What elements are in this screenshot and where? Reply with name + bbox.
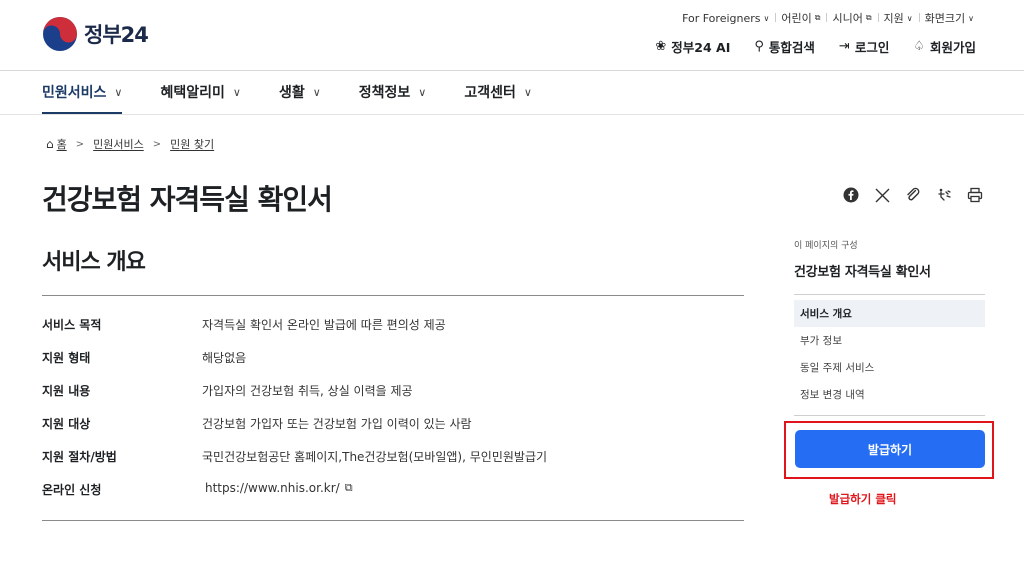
chevron-down-icon: ∨ — [763, 13, 770, 23]
table-row: 지원 절차/방법 국민건강보험공단 홈페이지,The건강보험(모바일앱), 무인… — [42, 445, 744, 478]
row-value: 해당없음 — [202, 351, 247, 365]
page-title: 건강보험 자격득실 확인서 — [42, 183, 333, 216]
logo-number: 24 — [120, 23, 149, 47]
chevron-down-icon: ∨ — [114, 85, 123, 99]
signup-link[interactable]: ♤ 회원가입 — [913, 37, 976, 56]
gnb-policy[interactable]: 정책정보 ∨ — [359, 71, 427, 113]
external-link-icon: ⧉ — [865, 13, 872, 22]
link-icon[interactable] — [904, 186, 922, 204]
gnb-customer-center[interactable]: 고객센터 ∨ — [464, 71, 532, 113]
online-apply-link[interactable]: https://www.nhis.or.kr/ ⧉ — [202, 478, 353, 495]
utility-children[interactable]: 어린이 ⧉ — [775, 10, 826, 26]
login-icon: ⇥ — [838, 39, 850, 54]
row-value: 자격득실 확인서 온라인 발급에 따른 편의성 제공 — [202, 318, 446, 332]
chevron-down-icon: ∨ — [906, 13, 913, 23]
toc-item-overview[interactable]: 서비스 개요 — [794, 300, 985, 327]
row-key: 지원 대상 — [42, 417, 91, 431]
search-link[interactable]: ⚲ 통합검색 — [754, 37, 815, 56]
home-icon: ⌂ — [46, 137, 54, 151]
external-link-icon: ⧉ — [814, 13, 821, 22]
global-nav: 민원서비스 ∨ 혜택알리미 ∨ 생활 ∨ 정책정보 ∨ 고객센터 ∨ — [42, 71, 570, 115]
issue-button[interactable]: 발급하기 — [795, 430, 985, 468]
utility-senior[interactable]: 시니어 ⧉ — [826, 10, 877, 26]
ai-icon: ❀ — [655, 39, 667, 54]
login-link[interactable]: ⇥ 로그인 — [839, 37, 889, 56]
table-row: 지원 대상 건강보험 가입자 또는 건강보험 가입 이력이 있는 사람 — [42, 412, 744, 445]
row-value: 가입자의 건강보험 취득, 상실 이력을 제공 — [202, 384, 413, 398]
row-value: 건강보험 가입자 또는 건강보험 가입 이력이 있는 사람 — [202, 417, 472, 431]
row-key: 지원 형태 — [42, 351, 91, 365]
chevron-down-icon: ∨ — [312, 85, 321, 99]
gnb-civil-service[interactable]: 민원서비스 ∨ — [42, 71, 123, 114]
print-icon[interactable] — [966, 186, 984, 204]
site-header: 정부24 For Foreigners ∨ 어린이 ⧉ 시니어 ⧉ 지원 ∨ 화면크기 ∨… — [0, 0, 1024, 71]
gnb-divider — [0, 114, 1024, 115]
utility-support[interactable]: 지원 ∨ — [877, 10, 919, 26]
chevron-right-icon: > — [75, 138, 85, 150]
main-links: ❀ 정부24 AI ⚲ 통합검색 ⇥ 로그인 ♤ 회원가입 — [631, 37, 976, 56]
toc-title: 건강보험 자격득실 확인서 — [794, 265, 931, 280]
chevron-down-icon: ∨ — [232, 85, 241, 99]
user-plus-icon: ♤ — [913, 39, 925, 54]
share-tools — [829, 186, 984, 204]
row-value: 국민건강보험공단 홈페이지,The건강보험(모바일앱), 무인민원발급기 — [202, 450, 548, 464]
taegeuk-logo-icon — [43, 17, 77, 51]
utility-foreigners[interactable]: For Foreigners ∨ — [676, 12, 775, 25]
toc-item-change-history[interactable]: 정보 변경 내역 — [794, 381, 985, 408]
breadcrumb-home[interactable]: 홈 — [57, 136, 67, 152]
breadcrumb: ⌂ 홈 > 민원서비스 > 민원 찾기 — [46, 136, 214, 152]
table-bottom-rule — [42, 520, 744, 521]
breadcrumb-find-civil[interactable]: 민원 찾기 — [170, 136, 214, 152]
table-row: 온라인 신청 https://www.nhis.or.kr/ ⧉ — [42, 478, 744, 511]
page-toc: 이 페이지의 구성 건강보험 자격득실 확인서 서비스 개요 부가 정보 동일 … — [794, 238, 985, 416]
chevron-right-icon: > — [152, 138, 162, 150]
facebook-icon[interactable] — [842, 186, 860, 204]
section-title-overview: 서비스 개요 — [42, 250, 146, 275]
row-key: 지원 내용 — [42, 384, 91, 398]
toc-divider — [794, 294, 985, 295]
toc-item-additional-info[interactable]: 부가 정보 — [794, 327, 985, 354]
chevron-down-icon: ∨ — [523, 85, 532, 99]
external-link-icon: ⧉ — [344, 481, 353, 494]
nhis-url[interactable]: https://www.nhis.or.kr/ — [205, 481, 340, 495]
toc-list: 서비스 개요 부가 정보 동일 주제 서비스 정보 변경 내역 — [794, 300, 985, 408]
table-top-rule — [42, 295, 744, 296]
toc-divider — [794, 415, 985, 416]
utility-menu: For Foreigners ∨ 어린이 ⧉ 시니어 ⧉ 지원 ∨ 화면크기 ∨ — [676, 10, 980, 26]
table-row: 서비스 목적 자격득실 확인서 온라인 발급에 따른 편의성 제공 — [42, 313, 744, 346]
chevron-down-icon: ∨ — [418, 85, 427, 99]
search-icon: ⚲ — [754, 39, 764, 54]
x-icon[interactable] — [873, 186, 891, 204]
table-row: 지원 형태 해당없음 — [42, 346, 744, 379]
row-key: 서비스 목적 — [42, 318, 102, 332]
toc-caption: 이 페이지의 구성 — [794, 241, 858, 251]
overview-table: 서비스 목적 자격득실 확인서 온라인 발급에 따른 편의성 제공 지원 형태 … — [42, 313, 744, 511]
ai-link[interactable]: ❀ 정부24 AI — [655, 37, 730, 56]
site-logo[interactable]: 정부24 — [42, 16, 149, 52]
logo-text: 정부 — [84, 23, 122, 47]
table-row: 지원 내용 가입자의 건강보험 취득, 상실 이력을 제공 — [42, 379, 744, 412]
row-key: 지원 절차/방법 — [42, 450, 117, 464]
gnb-benefit-alert[interactable]: 혜택알리미 ∨ — [160, 71, 240, 113]
accessibility-icon[interactable] — [935, 186, 953, 204]
breadcrumb-civil-service[interactable]: 민원서비스 — [93, 136, 144, 152]
toc-item-related-services[interactable]: 동일 주제 서비스 — [794, 354, 985, 381]
hint-text: 발급하기 클릭 — [829, 492, 897, 506]
gnb-life[interactable]: 생활 ∨ — [279, 71, 321, 113]
row-key: 온라인 신청 — [42, 483, 102, 497]
utility-font-size[interactable]: 화면크기 ∨ — [918, 10, 980, 26]
chevron-down-icon: ∨ — [968, 13, 974, 23]
